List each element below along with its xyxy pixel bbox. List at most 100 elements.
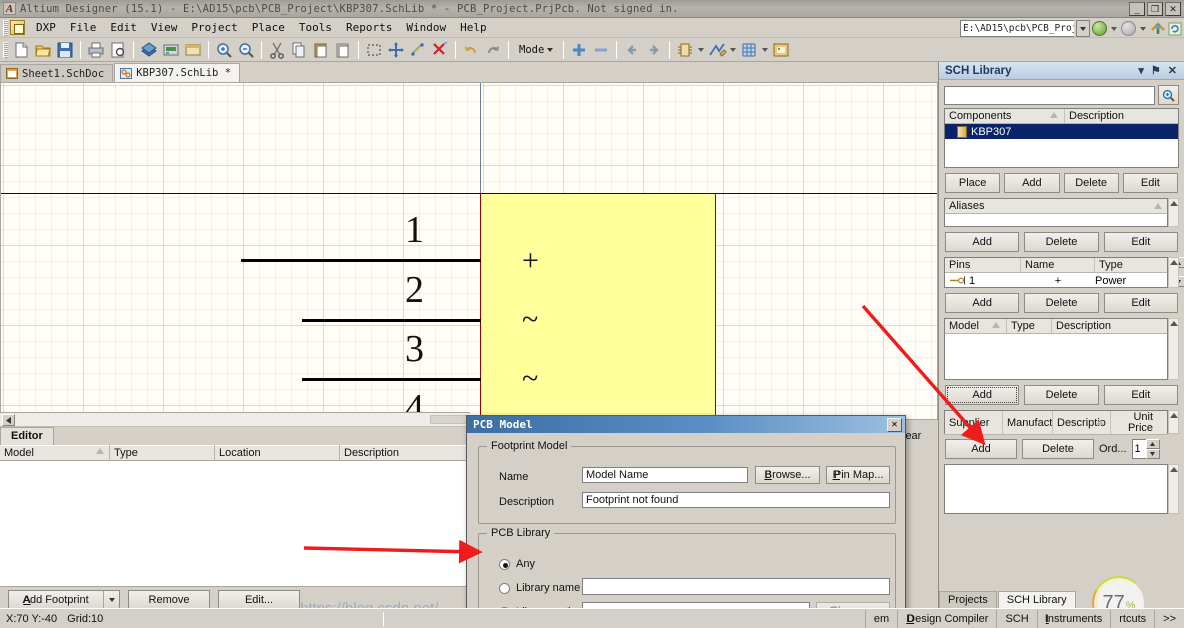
pin-line-2[interactable] xyxy=(302,319,481,322)
chevron-up-icon[interactable] xyxy=(1169,321,1178,326)
close-button[interactable]: ✕ xyxy=(1165,2,1181,16)
component-symbol-body[interactable] xyxy=(480,193,716,419)
menu-item-place[interactable]: Place xyxy=(245,19,292,36)
home-icon[interactable] xyxy=(1150,21,1166,36)
library-icon[interactable] xyxy=(161,40,181,60)
back-history-caret-icon[interactable] xyxy=(1111,26,1117,31)
minimize-button[interactable]: _ xyxy=(1129,2,1145,16)
chevron-up-icon[interactable] xyxy=(1169,467,1178,472)
status-button-design-compiler[interactable]: DDesign Compiler xyxy=(897,610,996,628)
menu-item-dxp[interactable]: DXP xyxy=(29,19,63,36)
panel-tab-projects[interactable]: Projects xyxy=(939,591,997,608)
menu-item-help[interactable]: Help xyxy=(453,19,494,36)
models-scrollbar[interactable] xyxy=(1168,318,1179,380)
refresh-icon[interactable] xyxy=(1168,22,1182,36)
radio-any[interactable]: Any xyxy=(499,558,535,570)
models-list[interactable]: Model Type Description xyxy=(944,318,1168,380)
add-model-button[interactable]: Add xyxy=(945,385,1020,405)
edit-model-button[interactable]: Edit xyxy=(1103,385,1178,405)
add-footprint-dropdown[interactable] xyxy=(103,591,119,609)
schematic-canvas[interactable]: 1 + 2 ~ 3 ~ 4 - xyxy=(0,82,938,420)
select-area-icon[interactable] xyxy=(364,40,384,60)
paste-icon[interactable] xyxy=(311,40,331,60)
deselect-icon[interactable] xyxy=(408,40,428,60)
edit-pin-button[interactable]: Edit xyxy=(1103,293,1178,313)
order-quantity-stepper[interactable] xyxy=(1145,439,1160,459)
mode-selector[interactable]: Mode xyxy=(513,44,559,56)
grid-icon[interactable] xyxy=(739,40,759,60)
save-icon[interactable] xyxy=(55,40,75,60)
magnifier-icon[interactable] xyxy=(1158,85,1179,105)
browse-button[interactable]: BBrowse... xyxy=(755,466,820,484)
menu-item-edit[interactable]: Edit xyxy=(103,19,144,36)
document-tab-kbp307[interactable]: KBP307.SchLib * xyxy=(114,63,241,82)
draw-dropdown-caret-icon[interactable] xyxy=(730,47,737,52)
suppliers-list[interactable]: Supplier Manufacturе Descriptiо Unit Pri… xyxy=(944,410,1168,435)
redo-icon[interactable] xyxy=(483,40,503,60)
column-header-model[interactable]: Model xyxy=(0,445,110,461)
address-dropdown-button[interactable] xyxy=(1076,20,1090,37)
toolbar-grip[interactable] xyxy=(3,41,8,58)
column-header-name[interactable]: Name xyxy=(1021,258,1095,272)
component-filter-input[interactable] xyxy=(944,85,1155,105)
chevron-down-icon[interactable] xyxy=(547,47,554,52)
column-header-model[interactable]: Model xyxy=(945,319,1007,333)
clear-icon[interactable] xyxy=(430,40,450,60)
column-header-type[interactable]: Type xyxy=(1007,319,1052,333)
open-folder-icon[interactable] xyxy=(33,40,53,60)
column-header-description[interactable]: Description xyxy=(1052,319,1157,333)
edit-component-button[interactable]: Edit xyxy=(1122,173,1178,193)
chevron-up-icon[interactable] xyxy=(1169,260,1178,265)
column-header-description[interactable]: Description xyxy=(1065,109,1177,123)
board-icon[interactable] xyxy=(139,40,159,60)
undo-icon[interactable] xyxy=(461,40,481,60)
editor-grid-body[interactable] xyxy=(0,461,470,587)
list-item[interactable]: KBP307 xyxy=(945,124,1178,139)
add-component-button[interactable]: Add xyxy=(1004,173,1060,193)
add-footprint-button[interactable]: A Add Footprint xyxy=(8,590,120,610)
components-list[interactable]: Components Description KBP307 xyxy=(944,108,1179,168)
editor-scroll-left-button[interactable] xyxy=(2,414,15,426)
status-button-sch[interactable]: SCH xyxy=(996,610,1036,628)
component-dropdown-caret-icon[interactable] xyxy=(698,47,705,52)
editor-horizontal-scrollbar[interactable] xyxy=(0,413,470,427)
move-icon[interactable] xyxy=(386,40,406,60)
column-header-type[interactable]: Type xyxy=(110,445,215,461)
prev-icon[interactable] xyxy=(622,40,642,60)
dialog-close-button[interactable]: ✕ xyxy=(887,417,902,432)
delete-component-button[interactable]: Delete xyxy=(1063,173,1119,193)
grid-dropdown-caret-icon[interactable] xyxy=(762,47,769,52)
panel-menu-icon[interactable]: ▾ xyxy=(1138,64,1144,77)
column-header-components[interactable]: Components xyxy=(945,109,1065,123)
menu-item-tools[interactable]: Tools xyxy=(292,19,339,36)
aliases-list[interactable] xyxy=(944,214,1168,227)
supplier-detail-area[interactable] xyxy=(944,464,1168,514)
delete-alias-button[interactable]: Delete xyxy=(1024,232,1099,252)
panel-tab-sch-library[interactable]: SCH Library xyxy=(997,591,1076,608)
remove-button[interactable]: Remove xyxy=(128,590,210,610)
edit-alias-button[interactable]: Edit xyxy=(1103,232,1178,252)
status-button-shortcuts[interactable]: rtcuts xyxy=(1110,610,1154,628)
restore-button[interactable]: ❐ xyxy=(1147,2,1163,16)
edit-button[interactable]: Edit... xyxy=(218,590,300,610)
remove-icon[interactable] xyxy=(591,40,611,60)
menu-item-project[interactable]: Project xyxy=(184,19,244,36)
pin-line-1[interactable] xyxy=(241,259,481,262)
aliases-header[interactable]: Aliases xyxy=(944,198,1168,214)
address-input[interactable]: E:\AD15\pcb\PCB_Project\KBP307. xyxy=(960,20,1074,37)
pin-icon[interactable]: ⚑ xyxy=(1151,64,1161,77)
menubar-grip[interactable] xyxy=(3,19,8,36)
place-component-button[interactable]: Place xyxy=(945,173,1001,193)
chevron-up-icon[interactable] xyxy=(1169,413,1178,418)
add-icon[interactable] xyxy=(569,40,589,60)
column-header-unit-price[interactable]: Unit Price xyxy=(1111,411,1156,434)
status-button-instruments[interactable]: IInstruments xyxy=(1036,610,1111,628)
column-header-manufacturer[interactable]: Manufacturе xyxy=(1003,411,1053,434)
zoom-in-icon[interactable] xyxy=(214,40,234,60)
print-icon[interactable] xyxy=(86,40,106,60)
description-input[interactable]: Footprint not found xyxy=(582,492,890,508)
column-header-pins[interactable]: Pins xyxy=(945,258,1021,272)
component-icon[interactable] xyxy=(675,40,695,60)
menu-item-view[interactable]: View xyxy=(144,19,185,36)
paste-special-icon[interactable] xyxy=(333,40,353,60)
